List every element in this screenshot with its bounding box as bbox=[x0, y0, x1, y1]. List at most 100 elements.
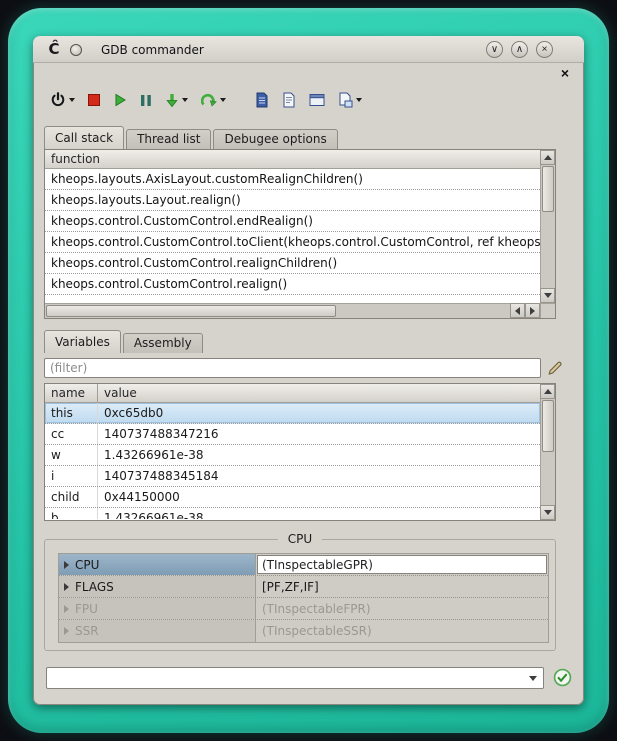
step-over-button[interactable] bbox=[198, 91, 229, 109]
register-value-field[interactable] bbox=[257, 555, 547, 574]
cpu-row-name[interactable]: CPU bbox=[59, 554, 255, 575]
tab-debugee-options[interactable]: Debugee options bbox=[213, 129, 337, 149]
groupbox-title: CPU bbox=[278, 532, 322, 546]
step-into-button[interactable] bbox=[162, 91, 191, 110]
variable-value: 0xc65db0 bbox=[98, 403, 540, 423]
cpu-row-name[interactable]: SSR bbox=[59, 620, 255, 642]
cpu-row[interactable]: CPU bbox=[59, 554, 548, 576]
variable-value: 1.43266961e-38 bbox=[98, 445, 540, 465]
tab-call-stack[interactable]: Call stack bbox=[44, 126, 124, 149]
callstack-table: function kheops.layouts.AxisLayout.custo… bbox=[44, 149, 556, 319]
run-button[interactable] bbox=[110, 91, 130, 109]
view-source-button[interactable] bbox=[252, 90, 272, 110]
debug-toolbar bbox=[47, 84, 372, 116]
column-value[interactable]: value bbox=[98, 384, 540, 402]
pause-button[interactable] bbox=[137, 92, 155, 109]
variable-name: w bbox=[45, 445, 98, 465]
variable-row[interactable]: this 0xc65db0 bbox=[45, 403, 540, 424]
pen-icon bbox=[547, 364, 563, 379]
tab-thread-list[interactable]: Thread list bbox=[126, 129, 211, 149]
register-value-label: (TInspectableSSR) bbox=[262, 624, 372, 638]
app-icon[interactable]: Ĉ bbox=[45, 40, 63, 58]
variable-row[interactable]: child 0x44150000 bbox=[45, 487, 540, 508]
expand-arrow-icon[interactable] bbox=[64, 583, 69, 591]
callstack-vscrollbar[interactable] bbox=[540, 150, 555, 303]
filter-options-button[interactable] bbox=[546, 360, 564, 378]
step-over-dropdown-icon[interactable] bbox=[220, 98, 226, 102]
column-function[interactable]: function bbox=[45, 150, 540, 168]
shade-button[interactable]: ∨ bbox=[486, 41, 503, 58]
vscroll-thumb[interactable] bbox=[542, 166, 554, 212]
callstack-row[interactable]: kheops.layouts.AxisLayout.customRealignC… bbox=[45, 169, 540, 190]
scroll-down-button[interactable] bbox=[540, 505, 555, 520]
cpu-row-value: (TInspectableFPR) bbox=[255, 598, 548, 619]
cpu-row-name[interactable]: FPU bbox=[59, 598, 255, 619]
column-name[interactable]: name bbox=[45, 384, 98, 402]
cpu-row-name[interactable]: FLAGS bbox=[59, 576, 255, 597]
callstack-hscrollbar[interactable] bbox=[45, 303, 540, 318]
down-arrow-icon bbox=[544, 293, 552, 298]
add-watch-dropdown-icon[interactable] bbox=[356, 98, 362, 102]
stop-button[interactable] bbox=[85, 92, 103, 108]
callstack-header[interactable]: function bbox=[45, 150, 540, 169]
run-icon bbox=[113, 93, 127, 107]
variable-row[interactable]: w 1.43266961e-38 bbox=[45, 445, 540, 466]
teal-frame: Ĉ GDB commander ∨ ∧ × × bbox=[8, 8, 609, 733]
cpu-row-value: [PF,ZF,IF] bbox=[255, 576, 548, 597]
expand-arrow-icon[interactable] bbox=[64, 605, 69, 613]
watch-doc-icon bbox=[338, 92, 353, 108]
hscroll-thumb[interactable] bbox=[46, 305, 336, 317]
scroll-up-button[interactable] bbox=[540, 384, 555, 399]
maximize-button[interactable]: ∧ bbox=[511, 41, 528, 58]
variables-rows: this 0xc65db0 cc 140737488347216 w 1.432… bbox=[45, 403, 540, 519]
cpu-inspector-table: CPU FLAGS [PF,ZF,IF] bbox=[58, 553, 549, 643]
view-listing-button[interactable] bbox=[279, 90, 299, 110]
expand-arrow-icon[interactable] bbox=[64, 627, 69, 635]
dock-close-button[interactable]: × bbox=[557, 66, 573, 80]
cpu-row[interactable]: FPU (TInspectableFPR) bbox=[59, 598, 548, 620]
callstack-rows: kheops.layouts.AxisLayout.customRealignC… bbox=[45, 169, 540, 303]
variables-header[interactable]: name value bbox=[45, 384, 540, 403]
variable-row[interactable]: cc 140737488347216 bbox=[45, 424, 540, 445]
tab-variables[interactable]: Variables bbox=[44, 330, 121, 353]
variable-row[interactable]: b 1.43266961e-38 bbox=[45, 508, 540, 519]
callstack-row[interactable]: kheops.control.CustomControl.endRealign(… bbox=[45, 211, 540, 232]
variables-vscrollbar[interactable] bbox=[540, 384, 555, 520]
titlebar[interactable]: Ĉ GDB commander ∨ ∧ × bbox=[33, 36, 584, 63]
variable-row[interactable]: i 140737488345184 bbox=[45, 466, 540, 487]
down-arrow-icon bbox=[544, 510, 552, 515]
right-arrow-icon bbox=[530, 307, 535, 315]
power-dropdown-icon[interactable] bbox=[69, 98, 75, 102]
vscroll-thumb[interactable] bbox=[542, 400, 554, 452]
command-input[interactable] bbox=[48, 669, 520, 687]
callstack-row[interactable]: kheops.layouts.Layout.realign() bbox=[45, 190, 540, 211]
scroll-right-button[interactable] bbox=[525, 303, 540, 318]
callstack-row[interactable]: kheops.control.CustomControl.realign() bbox=[45, 274, 540, 295]
stop-icon bbox=[88, 94, 100, 106]
expand-arrow-icon[interactable] bbox=[64, 561, 69, 569]
scroll-down-button[interactable] bbox=[540, 288, 555, 303]
step-into-dropdown-icon[interactable] bbox=[182, 98, 188, 102]
callstack-row[interactable]: kheops.control.CustomControl.realignChil… bbox=[45, 253, 540, 274]
cpu-row[interactable]: FLAGS [PF,ZF,IF] bbox=[59, 576, 548, 598]
tab-assembly[interactable]: Assembly bbox=[123, 333, 203, 353]
scroll-left-button[interactable] bbox=[510, 303, 525, 318]
filter-input[interactable] bbox=[44, 358, 541, 378]
view-memory-button[interactable] bbox=[306, 91, 328, 109]
power-button[interactable] bbox=[47, 90, 78, 110]
variable-name: this bbox=[45, 403, 98, 423]
register-group-label: FLAGS bbox=[75, 580, 114, 594]
close-button[interactable]: × bbox=[536, 41, 553, 58]
dropdown-arrow-icon bbox=[529, 676, 537, 681]
send-command-button[interactable] bbox=[552, 668, 572, 688]
add-watch-button[interactable] bbox=[335, 90, 365, 110]
combo-dropdown-button[interactable] bbox=[523, 668, 543, 688]
scroll-up-button[interactable] bbox=[540, 150, 555, 165]
register-group-label: CPU bbox=[75, 558, 99, 572]
callstack-row[interactable]: kheops.control.CustomControl.toClient(kh… bbox=[45, 232, 540, 253]
register-group-label: SSR bbox=[75, 624, 99, 638]
up-arrow-icon bbox=[544, 389, 552, 394]
gdb-commander-window: Ĉ GDB commander ∨ ∧ × × bbox=[33, 36, 584, 705]
window-menu-icon[interactable] bbox=[70, 44, 82, 56]
cpu-row[interactable]: SSR (TInspectableSSR) bbox=[59, 620, 548, 642]
